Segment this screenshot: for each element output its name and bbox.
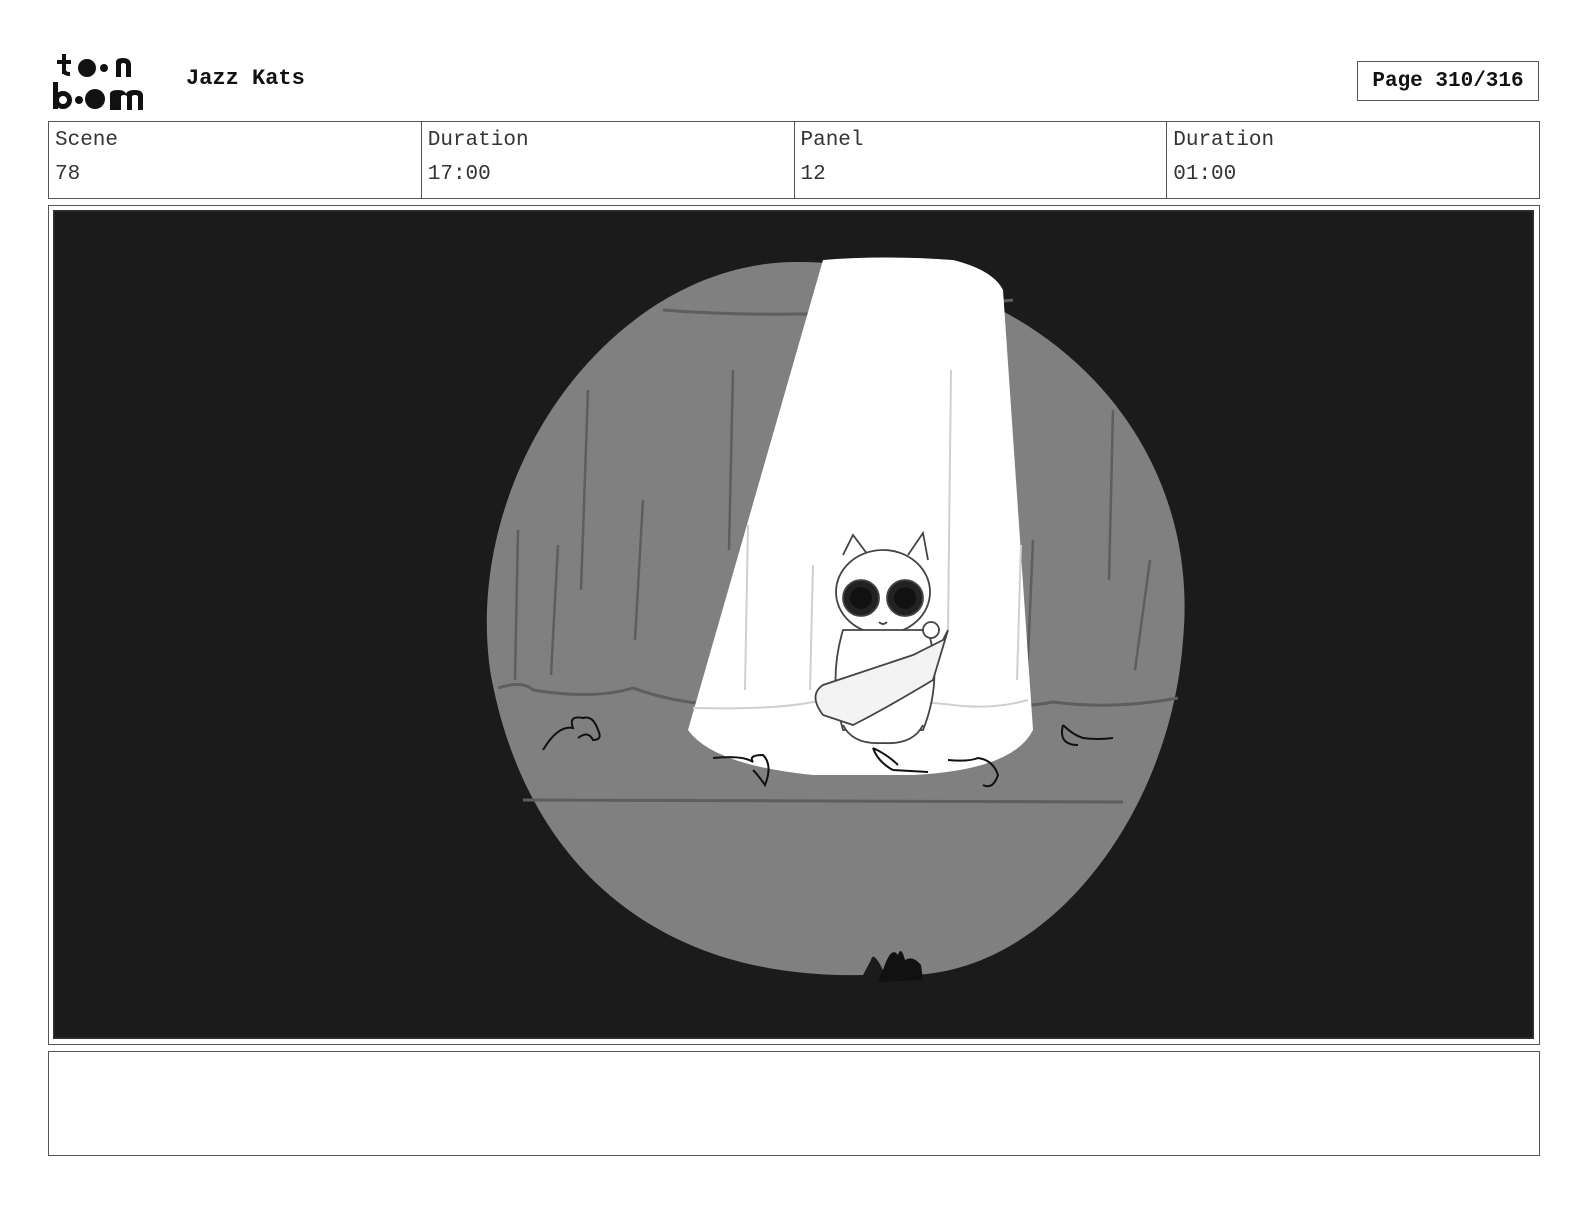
scene-label: Scene (55, 129, 119, 152)
scene-cell: Scene 78 (49, 122, 422, 198)
toon-boom-logo (53, 54, 143, 110)
scene-duration-label: Duration (427, 129, 529, 152)
scene-info-table: Scene 78 Duration 17:00 Panel 12 Duratio… (48, 121, 1540, 199)
panel-duration-value: 01:00 (1173, 163, 1237, 186)
scene-value: 78 (55, 163, 81, 186)
scene-duration-cell: Duration 17:00 (422, 122, 795, 198)
panel-notes-box (48, 1051, 1540, 1156)
panel-label: Panel (800, 129, 864, 152)
panel-drawing (53, 210, 1534, 1039)
scene-duration-value: 17:00 (427, 163, 491, 186)
panel-frame (48, 205, 1540, 1045)
panel-cell: Panel 12 (795, 122, 1168, 198)
project-title: Jazz Kats (186, 66, 305, 91)
panel-duration-cell: Duration 01:00 (1167, 122, 1539, 198)
page-indicator: Page 310/316 (1357, 61, 1539, 101)
panel-duration-label: Duration (1173, 129, 1275, 152)
page-label: Page 310/316 (1372, 69, 1524, 93)
panel-value: 12 (800, 163, 826, 186)
